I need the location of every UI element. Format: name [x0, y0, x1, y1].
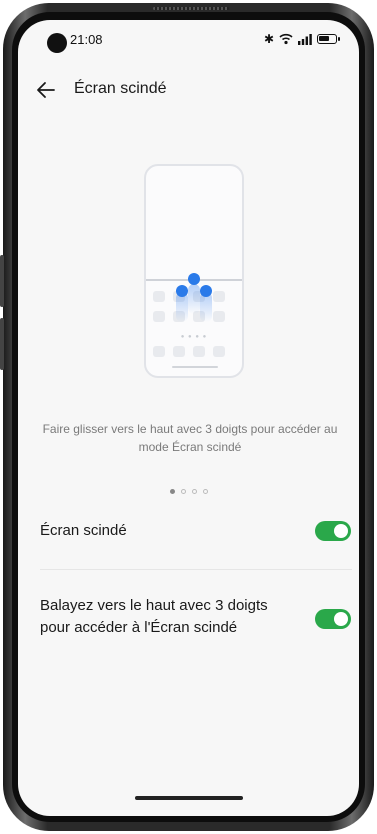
- setting-label-line: pour accéder à l'Écran scindé: [40, 619, 238, 636]
- divider: [40, 569, 352, 570]
- setting-label: Écran scindé: [40, 522, 127, 539]
- three-finger-swipe-illustration: ● ● ● ●: [144, 164, 244, 378]
- finger-dot: [188, 273, 200, 285]
- app-grid-row: [153, 346, 225, 357]
- status-time: 21:08: [70, 32, 103, 47]
- page-dot: [191, 489, 197, 494]
- setting-row-split-screen[interactable]: Écran scindé: [18, 518, 359, 548]
- page-dot: [202, 489, 208, 494]
- page-title: Écran scindé: [74, 80, 167, 97]
- page-indicator: [18, 489, 359, 494]
- gesture-nav-bar[interactable]: [135, 796, 243, 800]
- page-dot: [180, 489, 186, 494]
- mock-page-dots: ● ● ● ●: [180, 334, 208, 340]
- description-line: Faire glisser vers le haut avec 3 doigts…: [42, 422, 338, 436]
- app-grid-row: [153, 311, 225, 322]
- screen: 21:08 ✱ Écran scindé ● ● ● ● Faire gliss…: [18, 20, 359, 816]
- description-line: mode Écran scindé: [138, 440, 242, 454]
- feature-description: Faire glisser vers le haut avec 3 doigts…: [40, 420, 340, 456]
- setting-label-line: Balayez vers le haut avec 3 doigts: [40, 597, 268, 614]
- status-icons: ✱: [263, 32, 340, 46]
- battery-level: [319, 36, 329, 41]
- setting-label: Balayez vers le haut avec 3 doigts pour …: [40, 595, 268, 639]
- split-screen-toggle[interactable]: [315, 521, 351, 541]
- arrow-left-icon[interactable]: [34, 78, 58, 102]
- status-bar: 21:08 ✱: [18, 20, 359, 58]
- finger-dot: [200, 285, 212, 297]
- app-header: Écran scindé: [18, 72, 359, 108]
- page-dot: [169, 489, 175, 494]
- finger-dot: [176, 285, 188, 297]
- setting-row-three-finger-swipe[interactable]: Balayez vers le haut avec 3 doigts pour …: [18, 595, 359, 643]
- three-finger-swipe-toggle[interactable]: [315, 609, 351, 629]
- speaker-grille: [153, 7, 229, 10]
- bluetooth-icon: ✱: [263, 32, 274, 46]
- volume-button: [0, 318, 4, 370]
- battery-icon: [317, 34, 340, 44]
- swipe-trail: [188, 284, 200, 314]
- mock-home-bar: [172, 366, 218, 368]
- signal-icon: [298, 33, 312, 45]
- volume-button: [0, 255, 4, 307]
- wifi-icon: [279, 33, 293, 45]
- front-camera: [47, 33, 67, 53]
